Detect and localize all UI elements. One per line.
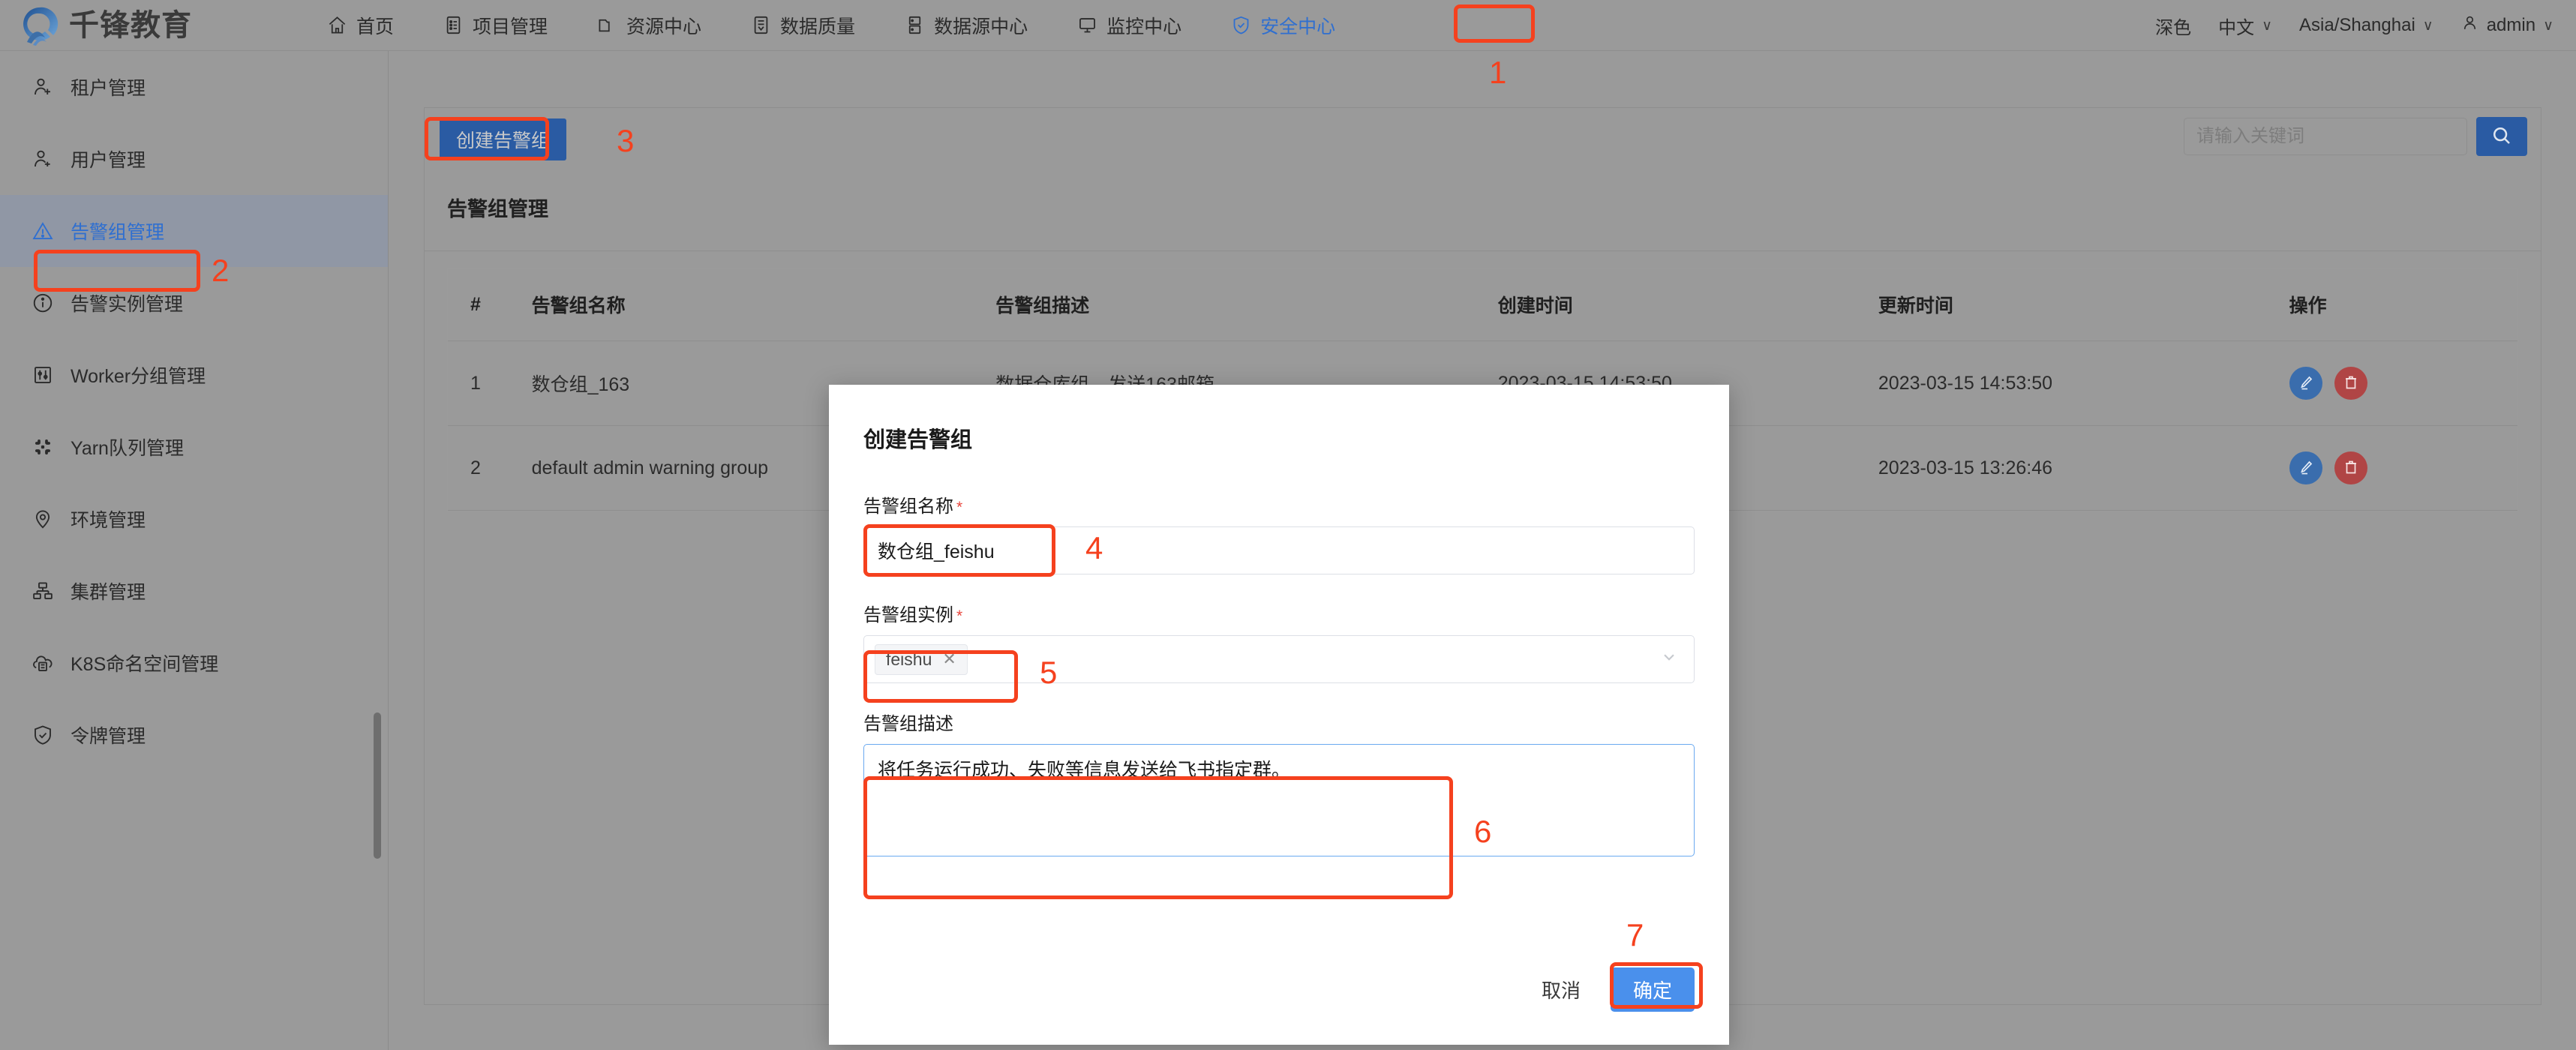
close-icon[interactable]: ✕ [942,650,956,669]
alert-group-instance-select[interactable]: feishu ✕ [863,635,1695,683]
confirm-button[interactable]: 确定 [1611,968,1695,1012]
alert-group-description-textarea[interactable] [863,744,1695,856]
required-asterisk: * [956,608,962,625]
field-alert-group-name: 告警组名称* [863,491,1695,574]
cancel-button[interactable]: 取消 [1542,976,1581,1004]
label-alert-group-name: 告警组名称* [863,491,1695,518]
field-alert-group-description: 告警组描述 [863,709,1695,860]
label-alert-group-description: 告警组描述 [863,709,1695,735]
alert-group-name-input[interactable] [863,526,1695,574]
dialog-body: 告警组名称* 告警组实例* feishu ✕ [829,454,1729,860]
instance-tag-label: feishu [886,650,932,670]
label-alert-group-instance: 告警组实例* [863,600,1695,626]
instance-tag[interactable]: feishu ✕ [875,644,968,675]
create-alert-group-dialog: 创建告警组 告警组名称* 告警组实例* feishu ✕ [829,385,1729,1045]
dialog-title: 创建告警组 [829,385,1729,454]
label-text: 告警组名称 [863,496,953,517]
required-asterisk: * [956,499,962,516]
dialog-footer: 取消 确定 [1542,968,1695,1012]
app-root: 千锋教育 首页 [0,0,2576,1050]
label-text: 告警组实例 [863,605,953,626]
chevron-down-icon[interactable] [1659,647,1679,671]
field-alert-group-instance: 告警组实例* feishu ✕ [863,600,1695,683]
